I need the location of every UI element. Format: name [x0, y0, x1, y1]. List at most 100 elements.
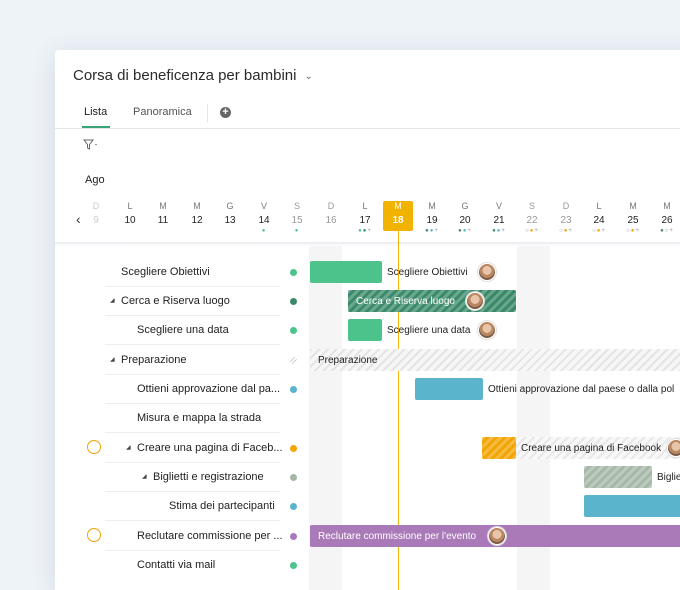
day-letter: G — [461, 201, 469, 211]
day-column-today: M 18 — [383, 201, 413, 231]
bar-label: Scegliere una data — [387, 325, 471, 336]
task-name[interactable]: Scegliere una data — [137, 324, 229, 336]
task-name[interactable]: Creare una pagina di Faceb... — [137, 442, 283, 454]
task-row[interactable]: ◢ Biglietti e registrazione Biglie — [55, 463, 680, 492]
day-letter: S — [293, 201, 300, 211]
chevron-down-icon[interactable]: ⌄ — [304, 71, 312, 82]
collapse-triangle-icon[interactable]: ◢ — [110, 356, 115, 363]
day-number: 11 — [157, 215, 169, 226]
day-number: 13 — [224, 215, 236, 226]
task-bar[interactable] — [348, 319, 382, 341]
day-number: 9 — [93, 215, 99, 226]
day-number: 24 — [593, 215, 605, 226]
status-dot — [290, 298, 297, 305]
task-row[interactable]: Contatti via mail — [55, 551, 680, 580]
row-divider — [105, 520, 280, 521]
task-row[interactable]: Reclutare commissione per ... Reclutare … — [55, 522, 680, 551]
day-letter: M — [629, 201, 637, 211]
task-row[interactable]: ◢ Creare una pagina di Faceb... Creare u… — [55, 434, 680, 463]
day-number: 16 — [325, 215, 337, 226]
view-tabs: Lista Panoramica + — [55, 104, 680, 129]
day-letter: L — [596, 201, 602, 211]
tab-divider — [207, 104, 208, 122]
task-row[interactable]: Ottieni approvazione dal pa... Ottieni a… — [55, 375, 680, 404]
task-bar[interactable] — [310, 261, 382, 283]
task-name[interactable]: Biglietti e registrazione — [153, 471, 264, 483]
task-name[interactable]: Stima dei partecipanti — [169, 500, 275, 512]
day-letter: D — [327, 201, 335, 211]
task-row[interactable]: Stima dei partecipanti — [55, 492, 680, 521]
day-column: G 20 ●●+ — [450, 201, 480, 236]
day-number: 26 — [661, 215, 673, 226]
task-row[interactable]: Scegliere Obiettivi Scegliere Obiettivi — [55, 258, 680, 287]
day-number: 18 — [392, 215, 404, 226]
day-column: L 17 ●●+ — [350, 201, 380, 236]
task-name[interactable]: Contatti via mail — [137, 559, 215, 571]
collapse-triangle-icon[interactable]: ◢ — [142, 473, 147, 480]
task-name[interactable]: Ottieni approvazione dal pa... — [137, 383, 280, 395]
day-column: V 14 ● — [249, 201, 279, 236]
task-row[interactable]: Misura e mappa la strada — [55, 404, 680, 433]
tab-lista[interactable]: Lista — [84, 106, 107, 118]
bar-label: Scegliere Obiettivi — [387, 267, 468, 278]
avatar[interactable] — [466, 292, 484, 310]
task-name[interactable]: Cerca e Riserva luogo — [121, 295, 230, 307]
day-number: 23 — [560, 215, 572, 226]
day-status-dots: ●●+ — [425, 228, 439, 234]
collapse-triangle-icon[interactable]: ◢ — [110, 297, 115, 304]
bar-label: Reclutare commissione per l'evento — [318, 531, 477, 542]
status-dot — [290, 562, 297, 569]
day-status-dots: ○●+ — [592, 228, 606, 234]
progress-ring-icon — [87, 528, 101, 542]
task-name[interactable]: Scegliere Obiettivi — [121, 266, 210, 278]
active-tab-indicator — [82, 126, 110, 128]
task-row[interactable]: ◢ Preparazione Preparazione — [55, 346, 680, 375]
day-number: 25 — [627, 215, 639, 226]
task-bar-group[interactable]: Preparazione — [310, 349, 680, 371]
task-name[interactable]: Reclutare commissione per ... — [137, 530, 283, 542]
task-bar[interactable] — [415, 378, 483, 400]
task-row[interactable]: ◢ Cerca e Riserva luogo Cerca e Riserva … — [55, 287, 680, 316]
project-window: Corsa di beneficenza per bambini ⌄ Lista… — [55, 50, 680, 590]
filter-icon[interactable] — [82, 138, 99, 156]
task-name[interactable]: Preparazione — [121, 354, 186, 366]
bar-label: Creare una pagina di Facebook — [521, 443, 662, 454]
task-name[interactable]: Misura e mappa la strada — [137, 412, 261, 424]
day-letter: V — [495, 201, 502, 211]
day-status-dots: ●●+ — [358, 228, 372, 234]
task-bar[interactable] — [584, 466, 652, 488]
chevron-left-icon[interactable]: ‹ — [76, 211, 81, 227]
task-bar[interactable] — [584, 495, 680, 517]
day-letter: M — [394, 201, 402, 211]
status-dot — [290, 357, 297, 364]
day-status-dots: ●●+ — [458, 228, 472, 234]
status-dot — [290, 474, 297, 481]
tab-panoramica[interactable]: Panoramica — [133, 106, 192, 118]
day-column: D 9 — [81, 201, 111, 226]
day-column: G 13 — [215, 201, 245, 226]
task-bar[interactable]: Cerca e Riserva luogo — [348, 290, 516, 312]
collapse-triangle-icon[interactable]: ◢ — [126, 444, 131, 451]
day-letter: V — [260, 201, 267, 211]
avatar[interactable] — [667, 439, 680, 457]
avatar[interactable] — [488, 527, 506, 545]
progress-ring-icon — [87, 440, 101, 454]
day-column: L 24 ○●+ — [584, 201, 614, 236]
avatar[interactable] — [478, 263, 496, 281]
task-bar[interactable] — [482, 437, 516, 459]
day-column: V 21 ●●+ — [484, 201, 514, 236]
project-title-text: Corsa di beneficenza per bambini — [73, 67, 297, 84]
status-dot — [290, 269, 297, 276]
day-column: L 10 — [115, 201, 145, 226]
day-column: M 12 — [182, 201, 212, 226]
avatar[interactable] — [478, 321, 496, 339]
status-dot — [290, 445, 297, 452]
day-letter: D — [562, 201, 570, 211]
project-title[interactable]: Corsa di beneficenza per bambini ⌄ — [73, 67, 313, 84]
day-letter: M — [193, 201, 201, 211]
day-column: M 25 ○●+ — [618, 201, 648, 236]
day-number: 10 — [124, 215, 136, 226]
day-number: 20 — [459, 215, 471, 226]
task-row[interactable]: Scegliere una data Scegliere una data — [55, 316, 680, 345]
plus-icon[interactable]: + — [220, 107, 231, 118]
